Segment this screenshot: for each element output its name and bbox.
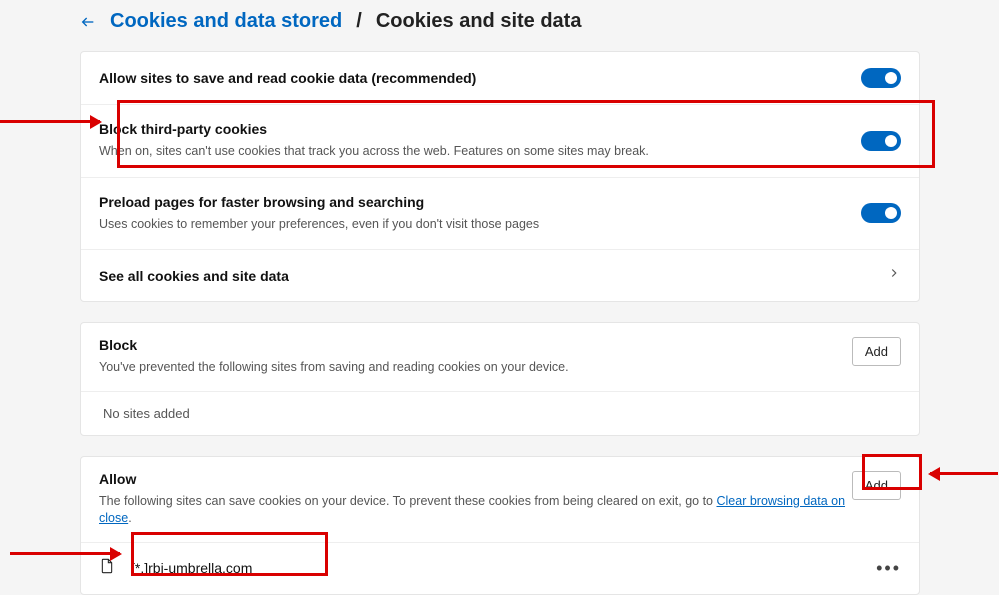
block-section-panel: Block You've prevented the following sit… [80, 322, 920, 436]
setting-desc: Uses cookies to remember your preference… [99, 216, 861, 234]
more-options-icon[interactable]: ••• [876, 558, 901, 579]
allow-section-panel: Allow The following sites can save cooki… [80, 456, 920, 595]
breadcrumb-separator: / [356, 10, 362, 33]
block-section-desc: You've prevented the following sites fro… [99, 359, 852, 377]
annotation-arrow-3 [10, 552, 120, 555]
cookie-settings-panel: Allow sites to save and read cookie data… [80, 51, 920, 302]
allow-section-title: Allow [99, 471, 852, 487]
back-arrow-icon[interactable] [80, 14, 96, 30]
block-section-title: Block [99, 337, 852, 353]
setting-desc: When on, sites can't use cookies that tr… [99, 143, 861, 161]
annotation-arrow-2 [930, 472, 998, 475]
chevron-right-icon [887, 266, 901, 285]
block-empty-text: No sites added [81, 391, 919, 435]
breadcrumb-link-cookies-stored[interactable]: Cookies and data stored [110, 10, 342, 33]
setting-block-third-party: Block third-party cookies When on, sites… [81, 105, 919, 178]
allow-site-row: [*.]rbi-umbrella.com ••• [81, 542, 919, 594]
setting-title: Preload pages for faster browsing and se… [99, 194, 861, 210]
allow-section-header: Allow The following sites can save cooki… [81, 457, 919, 542]
breadcrumb-current: Cookies and site data [376, 10, 582, 33]
toggle-preload-pages[interactable] [861, 203, 901, 223]
allow-site-domain: [*.]rbi-umbrella.com [131, 560, 876, 576]
setting-title: Allow sites to save and read cookie data… [99, 70, 861, 86]
setting-title: Block third-party cookies [99, 121, 861, 137]
block-section-header: Block You've prevented the following sit… [81, 323, 919, 391]
toggle-block-third-party[interactable] [861, 131, 901, 151]
allow-add-button[interactable]: Add [852, 471, 901, 500]
setting-allow-save-cookies: Allow sites to save and read cookie data… [81, 52, 919, 105]
setting-title: See all cookies and site data [99, 268, 887, 284]
see-all-cookies-row[interactable]: See all cookies and site data [81, 250, 919, 301]
breadcrumb: Cookies and data stored / Cookies and si… [80, 10, 999, 33]
block-add-button[interactable]: Add [852, 337, 901, 366]
allow-section-desc: The following sites can save cookies on … [99, 493, 852, 528]
toggle-allow-save-cookies[interactable] [861, 68, 901, 88]
setting-preload-pages: Preload pages for faster browsing and se… [81, 178, 919, 251]
annotation-arrow-1 [0, 120, 100, 123]
